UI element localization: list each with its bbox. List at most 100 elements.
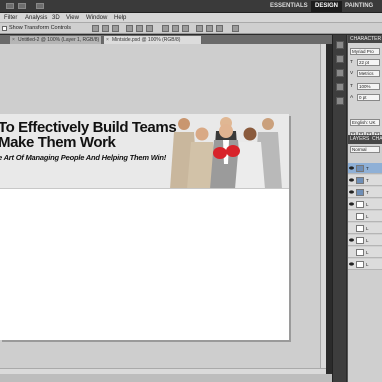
extras-icon[interactable] (36, 3, 44, 9)
text-layer-thumbnail (356, 165, 364, 172)
menu-help[interactable]: Help (114, 14, 126, 22)
align-left-icon[interactable] (126, 25, 133, 32)
layer-row[interactable]: T (348, 163, 382, 174)
business-team-photo (170, 117, 282, 188)
align-right-icon[interactable] (146, 25, 153, 32)
application-bar: ESSENTIALS DESIGN PAINTING (0, 0, 382, 13)
layer-row[interactable]: L (348, 211, 382, 222)
show-transform-checkbox[interactable] (2, 26, 7, 31)
styles-panel-icon[interactable] (336, 83, 344, 91)
close-icon[interactable]: × (106, 36, 109, 44)
menu-3d[interactable]: 3D (52, 14, 60, 22)
distribute-left-icon[interactable] (196, 25, 203, 32)
vertical-scale-field[interactable]: 100% (357, 83, 380, 90)
baseline-shift-icon: A (350, 95, 354, 100)
headline-line-1: To Effectively Build Teams (0, 119, 177, 136)
layer-name: T (366, 178, 369, 183)
tab-channels[interactable]: CHA (372, 135, 382, 144)
language-select[interactable]: English: UK (350, 119, 380, 126)
layer-thumbnail (356, 213, 364, 220)
menu-filter[interactable]: Filter (4, 14, 17, 22)
layer-row[interactable]: L (348, 223, 382, 234)
layer-name: L (366, 214, 369, 219)
visibility-eye-icon[interactable] (349, 178, 354, 182)
vertical-scrollbar[interactable] (320, 44, 326, 368)
layer-row[interactable]: L (348, 199, 382, 210)
layer-row[interactable]: T (348, 187, 382, 198)
layer-name: L (366, 250, 369, 255)
visibility-eye-icon[interactable] (349, 190, 354, 194)
canvas-area[interactable]: To Effectively Build Teams Make Them Wor… (0, 44, 326, 368)
tab-mintside[interactable]: × Mintside.psd @ 100% (RGB/8) (104, 36, 202, 44)
vertical-scale-icon: T (350, 84, 353, 89)
align-top-icon[interactable] (92, 25, 99, 32)
menu-window[interactable]: Window (86, 14, 107, 22)
document-canvas[interactable]: To Effectively Build Teams Make Them Wor… (0, 114, 289, 340)
layer-row[interactable]: L (348, 247, 382, 258)
align-bottom-icon[interactable] (112, 25, 119, 32)
tagline: e Art Of Managing People And Helping The… (0, 153, 167, 162)
layer-name: T (366, 190, 369, 195)
layer-name: L (366, 262, 369, 267)
tab-layers[interactable]: LAYERS (350, 135, 369, 144)
distribute-right-icon[interactable] (216, 25, 223, 32)
boxing-glove-left-icon (213, 147, 227, 159)
character-panel: CHARACTER Myriad Pro T 22 pt V Metrics T… (347, 35, 382, 138)
visibility-eye-icon[interactable] (349, 238, 354, 242)
align-middle-icon[interactable] (102, 25, 109, 32)
character-panel-title[interactable]: CHARACTER (348, 35, 382, 43)
layer-row[interactable]: L (348, 235, 382, 246)
menu-view[interactable]: View (66, 14, 79, 22)
baseline-shift-field[interactable]: 0 pt (357, 94, 380, 101)
swatches-panel-icon[interactable] (336, 69, 344, 77)
visibility-eye-icon[interactable] (349, 166, 354, 170)
align-center-icon[interactable] (136, 25, 143, 32)
status-bar (0, 374, 332, 382)
document-tab-bar: × Untitled-2 @ 100% (Layer 1, RGB/8) × M… (0, 35, 332, 44)
menu-bar: Filter Analysis 3D View Window Help (0, 13, 382, 23)
tab-untitled-2[interactable]: × Untitled-2 @ 100% (Layer 1, RGB/8) (10, 36, 102, 44)
font-size-field[interactable]: 22 pt (357, 59, 380, 66)
show-transform-label: Show Transform Controls (9, 25, 72, 31)
headline-line-2: Make Them Work (0, 134, 116, 151)
layer-thumbnail (356, 261, 364, 268)
distribute-center-icon[interactable] (206, 25, 213, 32)
workspace-design[interactable]: DESIGN (311, 1, 343, 12)
visibility-eye-icon[interactable] (349, 202, 354, 206)
close-icon[interactable]: × (12, 36, 15, 44)
menu-analysis[interactable]: Analysis (25, 14, 47, 22)
auto-align-icon[interactable] (232, 25, 239, 32)
layer-name: L (366, 226, 369, 231)
layer-thumbnail (356, 237, 364, 244)
layer-thumbnail (356, 249, 364, 256)
workspace-essentials[interactable]: ESSENTIALS (266, 1, 312, 12)
font-size-icon: T (350, 60, 353, 65)
layers-panel: LAYERS CHA Normal T T T L L L L L L (347, 135, 382, 382)
banner-image: To Effectively Build Teams Make Them Wor… (0, 114, 289, 189)
tab-label: Mintside.psd @ 100% (RGB/8) (112, 37, 181, 43)
kerning-field[interactable]: Metrics (357, 70, 380, 77)
layer-name: L (366, 202, 369, 207)
distribute-middle-icon[interactable] (172, 25, 179, 32)
layer-name: L (366, 238, 369, 243)
distribute-bottom-icon[interactable] (182, 25, 189, 32)
layer-name: T (366, 166, 369, 171)
blend-mode-select[interactable]: Normal (350, 146, 380, 153)
layer-row[interactable]: T (348, 175, 382, 186)
actions-panel-icon[interactable] (336, 55, 344, 63)
workspace-painting[interactable]: PAINTING (341, 1, 377, 12)
tab-label: Untitled-2 @ 100% (Layer 1, RGB/8) (18, 37, 100, 43)
arrange-documents-icon[interactable] (18, 3, 26, 9)
history-panel-icon[interactable] (336, 41, 344, 49)
leading-icon: V (350, 71, 354, 76)
brush-panel-icon[interactable] (336, 97, 344, 105)
font-family-select[interactable]: Myriad Pro (350, 48, 380, 55)
layer-thumbnail (356, 201, 364, 208)
distribute-top-icon[interactable] (162, 25, 169, 32)
visibility-eye-icon[interactable] (349, 262, 354, 266)
boxing-glove-right-icon (226, 145, 240, 157)
screen-mode-icon[interactable] (6, 3, 14, 9)
layer-row[interactable]: L (348, 259, 382, 270)
layer-thumbnail (356, 225, 364, 232)
text-layer-thumbnail (356, 189, 364, 196)
